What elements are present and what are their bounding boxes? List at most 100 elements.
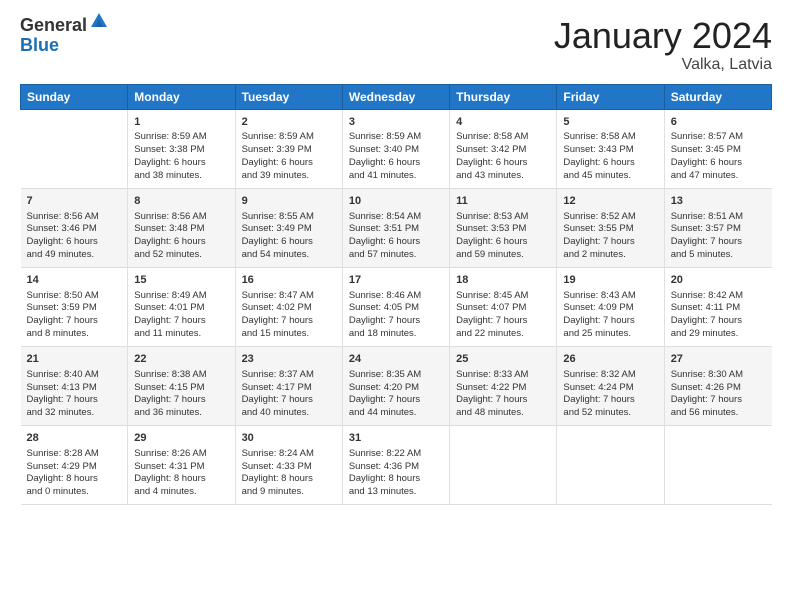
calendar-cell: 3Sunrise: 8:59 AM Sunset: 3:40 PM Daylig… [342,109,449,188]
calendar-cell: 22 Sunrise: 8:38 AM Sunset: 4:15 PM Dayli… [128,346,235,425]
day-info: Sunrise: 8:46 AM Sunset: 4:05 PM Dayligh… [349,290,443,341]
col-header-sunday: Sunday [21,84,128,109]
day-number: 13 [671,194,766,209]
day-info: Sunrise: 8:47 AM Sunset: 4:02 PM Dayligh… [242,290,336,341]
header: General Blue January 2024 Valka, Latvia [20,16,772,74]
day-info: Sunrise: 8:52 AM Sunset: 3:55 PM Dayligh… [563,211,657,262]
week-row-2: 7Sunrise: 8:56 AM Sunset: 3:46 PM Daylig… [21,188,772,267]
logo-blue-text: Blue [20,36,109,56]
day-info: Sunrise: 8:59 AM Sunset: 3:39 PM Dayligh… [242,131,336,182]
calendar-cell: 1Sunrise: 8:59 AM Sunset: 3:38 PM Daylig… [128,109,235,188]
calendar-cell: 5Sunrise: 8:58 AM Sunset: 3:43 PM Daylig… [557,109,664,188]
day-number: 27 [671,352,766,367]
calendar-cell: 15 Sunrise: 8:49 AM Sunset: 4:01 PM Dayli… [128,267,235,346]
day-info: Sunrise: 8:55 AM Sunset: 3:49 PM Dayligh… [242,211,336,262]
week-row-1: 1Sunrise: 8:59 AM Sunset: 3:38 PM Daylig… [21,109,772,188]
logo: General Blue [20,16,109,56]
day-info: Sunrise: 8:56 AM Sunset: 3:48 PM Dayligh… [134,211,228,262]
calendar-cell: 12 Sunrise: 8:52 AM Sunset: 3:55 PM Dayli… [557,188,664,267]
day-number: 24 [349,352,443,367]
calendar-cell [450,425,557,504]
day-info: Sunrise: 8:42 AM Sunset: 4:11 PM Dayligh… [671,290,766,341]
day-number: 9 [242,194,336,209]
day-info: Sunrise: 8:37 AM Sunset: 4:17 PM Dayligh… [242,369,336,420]
day-number: 30 [242,431,336,446]
day-number: 12 [563,194,657,209]
day-info: Sunrise: 8:38 AM Sunset: 4:15 PM Dayligh… [134,369,228,420]
calendar-cell: 20 Sunrise: 8:42 AM Sunset: 4:11 PM Dayli… [664,267,771,346]
location: Valka, Latvia [554,56,772,74]
day-number: 2 [242,115,336,130]
calendar-cell [21,109,128,188]
day-number: 1 [134,115,228,130]
calendar-cell: 14 Sunrise: 8:50 AM Sunset: 3:59 PM Dayli… [21,267,128,346]
day-number: 29 [134,431,228,446]
day-info: Sunrise: 8:30 AM Sunset: 4:26 PM Dayligh… [671,369,766,420]
day-info: Sunrise: 8:32 AM Sunset: 4:24 PM Dayligh… [563,369,657,420]
calendar-cell: 28 Sunrise: 8:28 AM Sunset: 4:29 PM Dayli… [21,425,128,504]
day-number: 3 [349,115,443,130]
col-header-tuesday: Tuesday [235,84,342,109]
day-number: 23 [242,352,336,367]
calendar-header-row: SundayMondayTuesdayWednesdayThursdayFrid… [21,84,772,109]
day-number: 22 [134,352,228,367]
day-number: 18 [456,273,550,288]
col-header-saturday: Saturday [664,84,771,109]
calendar-cell: 29 Sunrise: 8:26 AM Sunset: 4:31 PM Dayli… [128,425,235,504]
day-info: Sunrise: 8:57 AM Sunset: 3:45 PM Dayligh… [671,131,766,182]
calendar-cell: 6Sunrise: 8:57 AM Sunset: 3:45 PM Daylig… [664,109,771,188]
day-number: 19 [563,273,657,288]
day-info: Sunrise: 8:28 AM Sunset: 4:29 PM Dayligh… [27,448,122,499]
day-info: Sunrise: 8:59 AM Sunset: 3:40 PM Dayligh… [349,131,443,182]
day-number: 5 [563,115,657,130]
day-number: 7 [27,194,122,209]
calendar-cell: 9 Sunrise: 8:55 AM Sunset: 3:49 PM Daylig… [235,188,342,267]
week-row-4: 21 Sunrise: 8:40 AM Sunset: 4:13 PM Dayli… [21,346,772,425]
day-info: Sunrise: 8:40 AM Sunset: 4:13 PM Dayligh… [27,369,122,420]
calendar-cell: 10 Sunrise: 8:54 AM Sunset: 3:51 PM Dayli… [342,188,449,267]
calendar-cell: 7Sunrise: 8:56 AM Sunset: 3:46 PM Daylig… [21,188,128,267]
day-number: 11 [456,194,550,209]
day-number: 15 [134,273,228,288]
day-info: Sunrise: 8:45 AM Sunset: 4:07 PM Dayligh… [456,290,550,341]
day-number: 6 [671,115,766,130]
day-number: 16 [242,273,336,288]
calendar-cell: 21 Sunrise: 8:40 AM Sunset: 4:13 PM Dayli… [21,346,128,425]
calendar-cell: 19Sunrise: 8:43 AM Sunset: 4:09 PM Dayli… [557,267,664,346]
day-number: 14 [27,273,122,288]
day-number: 26 [563,352,657,367]
title-section: January 2024 Valka, Latvia [554,16,772,74]
logo-general-text: General [20,16,87,36]
calendar-cell: 16 Sunrise: 8:47 AM Sunset: 4:02 PM Dayli… [235,267,342,346]
calendar-cell: 11Sunrise: 8:53 AM Sunset: 3:53 PM Dayli… [450,188,557,267]
calendar-cell: 17 Sunrise: 8:46 AM Sunset: 4:05 PM Dayli… [342,267,449,346]
calendar-cell: 23 Sunrise: 8:37 AM Sunset: 4:17 PM Dayli… [235,346,342,425]
day-info: Sunrise: 8:33 AM Sunset: 4:22 PM Dayligh… [456,369,550,420]
day-number: 17 [349,273,443,288]
month-title: January 2024 [554,16,772,56]
day-number: 31 [349,431,443,446]
day-number: 20 [671,273,766,288]
day-number: 10 [349,194,443,209]
day-info: Sunrise: 8:50 AM Sunset: 3:59 PM Dayligh… [27,290,122,341]
calendar-cell: 13 Sunrise: 8:51 AM Sunset: 3:57 PM Dayli… [664,188,771,267]
calendar-cell [664,425,771,504]
logo-icon [89,11,109,31]
page: General Blue January 2024 Valka, Latvia … [0,0,792,612]
day-info: Sunrise: 8:59 AM Sunset: 3:38 PM Dayligh… [134,131,228,182]
col-header-thursday: Thursday [450,84,557,109]
day-number: 21 [27,352,122,367]
day-info: Sunrise: 8:51 AM Sunset: 3:57 PM Dayligh… [671,211,766,262]
day-info: Sunrise: 8:26 AM Sunset: 4:31 PM Dayligh… [134,448,228,499]
calendar-cell: 4Sunrise: 8:58 AM Sunset: 3:42 PM Daylig… [450,109,557,188]
col-header-wednesday: Wednesday [342,84,449,109]
calendar-cell: 25Sunrise: 8:33 AM Sunset: 4:22 PM Dayli… [450,346,557,425]
col-header-friday: Friday [557,84,664,109]
week-row-3: 14 Sunrise: 8:50 AM Sunset: 3:59 PM Dayli… [21,267,772,346]
day-info: Sunrise: 8:58 AM Sunset: 3:42 PM Dayligh… [456,131,550,182]
day-info: Sunrise: 8:49 AM Sunset: 4:01 PM Dayligh… [134,290,228,341]
day-number: 28 [27,431,122,446]
day-info: Sunrise: 8:54 AM Sunset: 3:51 PM Dayligh… [349,211,443,262]
calendar-cell: 26 Sunrise: 8:32 AM Sunset: 4:24 PM Dayli… [557,346,664,425]
calendar-cell: 31Sunrise: 8:22 AM Sunset: 4:36 PM Dayli… [342,425,449,504]
